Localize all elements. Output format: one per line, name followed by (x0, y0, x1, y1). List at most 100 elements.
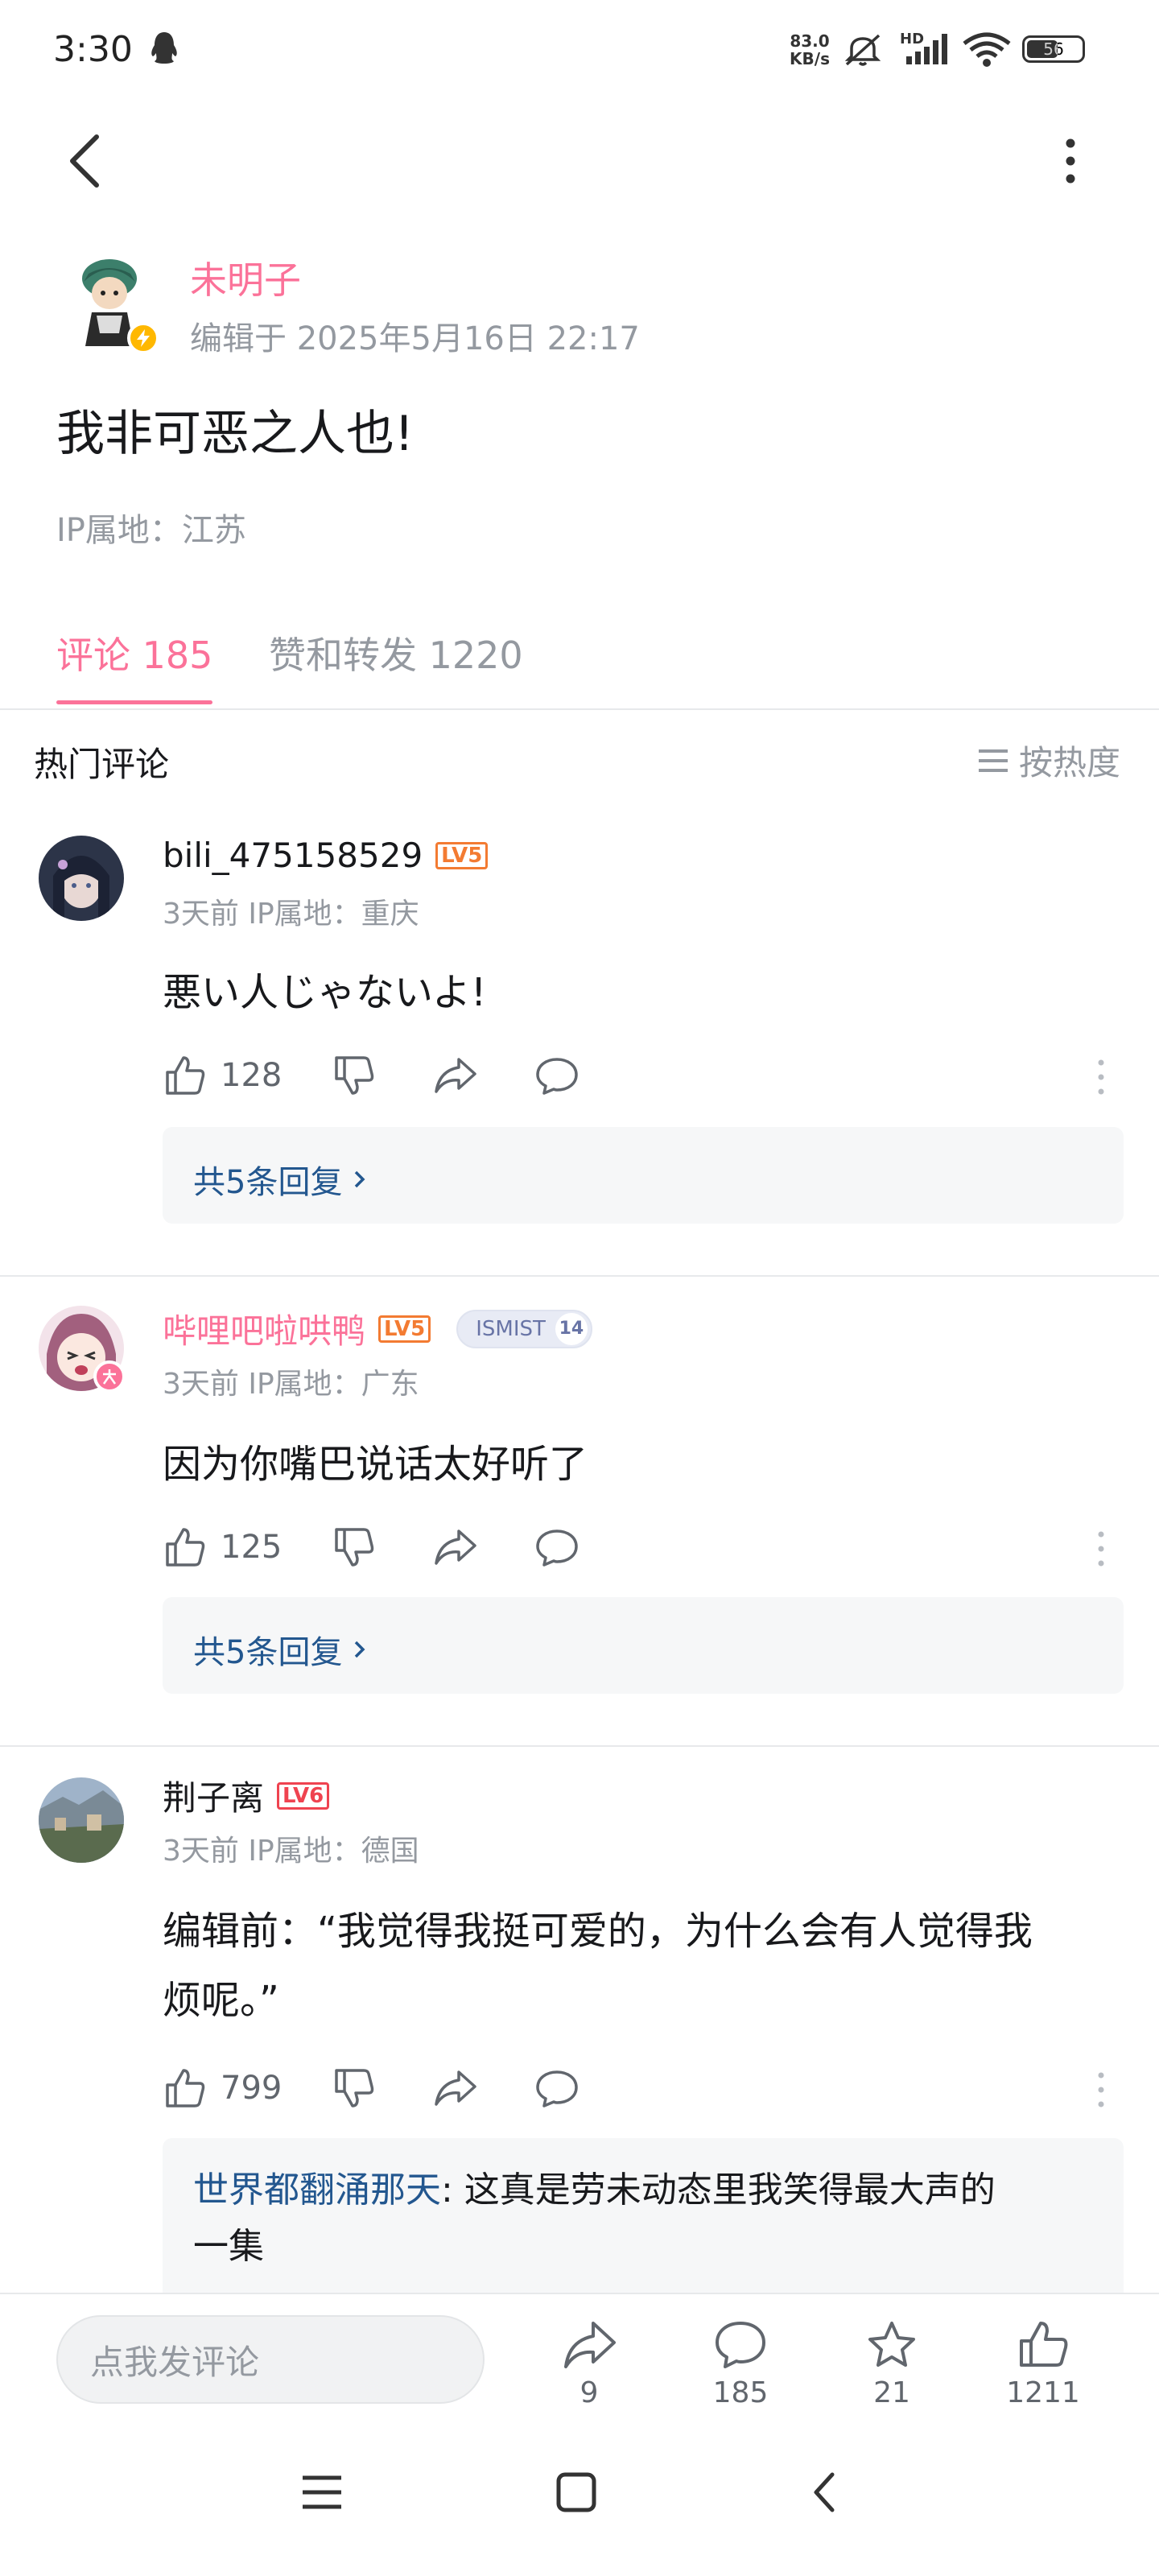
comment-text: 编辑前：“我觉得我挺可爱的，为什么会有人觉得我 烦呢。” (163, 1897, 1128, 2035)
comment-text-line: 烦呢。” (163, 1978, 279, 2023)
thumbs-up-icon (1020, 2322, 1068, 2367)
like-count: 799 (221, 2070, 283, 2107)
comment-divider (0, 1745, 1159, 1747)
qq-icon (151, 32, 177, 64)
share-button[interactable] (433, 1525, 478, 1570)
sort-lines-icon (979, 749, 1008, 772)
comment-more-button[interactable] (1090, 1526, 1112, 1571)
share-button[interactable] (433, 2066, 478, 2111)
thumbs-up-icon (166, 1056, 205, 1095)
comment-input[interactable]: 点我发评论 (56, 2315, 485, 2404)
like-count: 1211 (1006, 2376, 1080, 2409)
status-bar: 3:30 83.0 KB/s HD 56 (0, 0, 1159, 105)
share-button[interactable] (433, 1053, 478, 1098)
view-replies-link[interactable]: 共5条回复 (193, 1626, 368, 1673)
chevron-right-icon (355, 1170, 365, 1188)
commenter-name-row: 哔哩吧啦哄鸭 LV5 ISMIST 14 (163, 1304, 592, 1353)
wifi-icon (963, 32, 1011, 67)
medal-name: ISMIST (476, 1316, 546, 1341)
level-badge: LV5 (378, 1315, 431, 1343)
hot-comments-title: 热门评论 (34, 745, 170, 784)
favorite-count: 21 (873, 2376, 910, 2409)
commenter-name-row: bili_475158529 LV5 (163, 836, 489, 875)
like-button[interactable]: 128 (163, 1053, 282, 1098)
comment-text: 因为你嘴巴说话太好听了 (163, 1442, 588, 1487)
home-icon[interactable] (552, 2468, 600, 2516)
post-ip-location: IP属地：江苏 (56, 512, 246, 549)
back-button[interactable] (56, 129, 113, 193)
net-speed-indicator: 83.0 KB/s (786, 32, 834, 68)
comment-count: 185 (712, 2376, 769, 2409)
reply-preview-text: : 这真是劳未动态里我笑得最大声的 (441, 2169, 996, 2211)
reply-summary: 共5条回复 (193, 1164, 343, 1201)
tab-likes-reposts[interactable]: 赞和转发 1220 (269, 626, 523, 679)
sort-label: 按热度 (1019, 743, 1121, 782)
level-badge: LV6 (277, 1781, 330, 1810)
verified-lightning-icon (127, 322, 159, 354)
comment-more-button[interactable] (1090, 2067, 1112, 2112)
system-nav-bar (0, 2423, 1159, 2576)
commenter-avatar-image (39, 836, 124, 921)
medal-level: 14 (555, 1312, 588, 1345)
comment-more-button[interactable] (1090, 1055, 1112, 1100)
star-icon (868, 2322, 915, 2367)
comment-actions: 125 (163, 1525, 580, 1570)
commenter-name[interactable]: 荆子离 (163, 1771, 264, 1820)
mute-icon (844, 34, 881, 66)
comment-bubble-icon (716, 2322, 765, 2368)
active-tab-indicator (56, 700, 212, 704)
post-text: 我非可恶之人也! (56, 406, 415, 462)
dislike-button[interactable] (332, 2066, 377, 2111)
chevron-right-icon (355, 1641, 365, 1658)
signal-icon (906, 34, 947, 64)
comment-input-placeholder: 点我发评论 (90, 2342, 260, 2382)
edit-time: 编辑于 2025年5月16日 22:17 (190, 320, 640, 357)
reply-preview-text: 一集 (193, 2226, 264, 2267)
commenter-avatar-image (39, 1777, 124, 1863)
author-name[interactable]: 未明子 (190, 251, 301, 304)
battery-level: 56 (1043, 39, 1064, 59)
thumbs-up-icon (166, 2069, 205, 2107)
reply-summary: 共5条回复 (193, 1634, 343, 1671)
commenter-name[interactable]: bili_475158529 (163, 836, 423, 875)
reply-preview: 世界都翻涌那天: 这真是劳未动态里我笑得最大声的 一集 (193, 2162, 1103, 2275)
share-count: 9 (580, 2376, 599, 2409)
net-speed-value: 83.0 (790, 31, 830, 51)
net-speed-unit: KB/s (790, 49, 830, 68)
reply-button[interactable] (534, 1525, 580, 1570)
bottom-favorite-button[interactable]: 21 (843, 2318, 940, 2409)
share-icon (564, 2322, 616, 2368)
vip-badge-icon (93, 1360, 126, 1393)
commenter-name-row: 荆子离 LV6 (163, 1771, 330, 1820)
reply-preview-user[interactable]: 世界都翻涌那天 (193, 2169, 441, 2211)
commenter-name[interactable]: 哔哩吧啦哄鸭 (163, 1304, 365, 1353)
reply-button[interactable] (534, 2066, 580, 2111)
nav-back-icon[interactable] (808, 2468, 840, 2516)
more-options-button[interactable] (1046, 129, 1095, 193)
commenter-avatar[interactable] (39, 836, 124, 921)
dislike-button[interactable] (332, 1053, 377, 1098)
comment-meta: 3天前 IP属地：德国 (163, 1835, 419, 1868)
bottom-share-button[interactable]: 9 (541, 2318, 637, 2409)
bottom-like-button[interactable]: 1211 (995, 2318, 1091, 2409)
fan-medal[interactable]: ISMIST 14 (456, 1309, 592, 1348)
sort-button[interactable]: 按热度 (975, 736, 1120, 785)
comment-divider (0, 1275, 1159, 1277)
comment-actions: 799 (163, 2066, 580, 2111)
commenter-avatar[interactable] (39, 1777, 124, 1863)
tabs-divider (0, 708, 1159, 710)
like-count: 128 (221, 1057, 283, 1094)
level-badge: LV5 (435, 841, 489, 869)
tab-comments[interactable]: 评论 185 (56, 626, 212, 679)
comment-text-line: 编辑前：“我觉得我挺可爱的，为什么会有人觉得我 (163, 1909, 1033, 1954)
view-replies-link[interactable]: 共5条回复 (193, 1156, 368, 1203)
menu-icon[interactable] (299, 2468, 344, 2516)
bottom-comment-button[interactable]: 185 (692, 2318, 789, 2409)
battery-icon: 56 (1022, 35, 1085, 63)
dislike-button[interactable] (332, 1525, 377, 1570)
like-button[interactable]: 799 (163, 2066, 282, 2111)
like-button[interactable]: 125 (163, 1525, 282, 1570)
reply-button[interactable] (534, 1053, 580, 1098)
top-bar (0, 105, 1159, 209)
comment-text: 悪い人じゃないよ! (163, 970, 487, 1015)
